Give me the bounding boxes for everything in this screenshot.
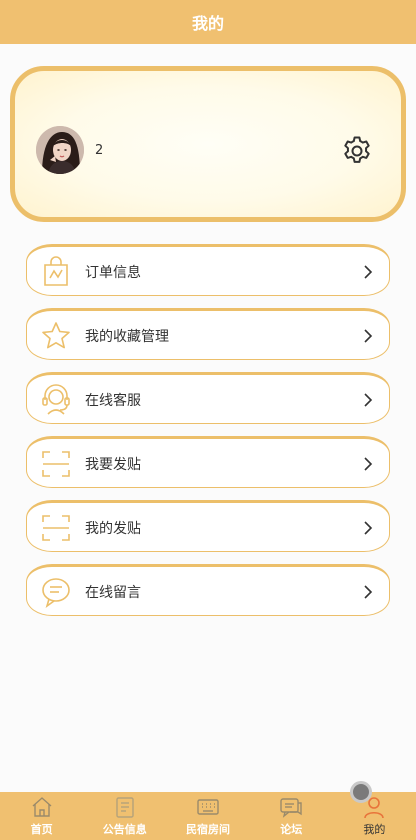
page-title: 我的 [191,14,224,33]
menu-item-customer-service[interactable]: 在线客服 [26,372,390,424]
menu-label: 在线客服 [85,393,141,409]
menu-item-order-info[interactable]: 订单信息 [26,244,390,296]
floating-assist-button[interactable] [350,781,372,803]
tab-mine[interactable]: 我的 [333,792,416,840]
notice-icon [116,797,134,818]
chat-bubble-icon [39,575,73,609]
profile-card: 2 [10,66,406,222]
tab-home[interactable]: 首页 [0,792,83,840]
menu-label: 订单信息 [85,265,141,281]
tab-label: 民宿房间 [186,823,230,836]
tab-forum[interactable]: 论坛 [250,792,333,840]
gear-icon [344,136,370,163]
home-icon [32,797,52,817]
settings-button[interactable] [340,134,374,168]
tab-label: 论坛 [280,823,303,836]
forum-icon [280,798,302,818]
menu-label: 我要发贴 [85,457,141,473]
menu-item-message[interactable]: 在线留言 [26,564,390,616]
tab-notices[interactable]: 公告信息 [83,792,166,840]
menu-label: 在线留言 [85,585,141,601]
scan-frame-icon [39,447,73,481]
shopping-bag-icon [39,255,73,289]
menu-label: 我的收藏管理 [85,329,169,345]
menu-item-my-posts[interactable]: 我的发贴 [26,500,390,552]
keyboard-icon [197,799,219,815]
scan-frame-icon [39,511,73,545]
chevron-right-icon [364,521,373,535]
profile-name: 2 [95,143,104,158]
chevron-right-icon [364,329,373,343]
chevron-right-icon [364,457,373,471]
chevron-right-icon [364,265,373,279]
avatar[interactable] [36,126,84,174]
tab-label: 公告信息 [102,823,147,836]
menu-item-new-post[interactable]: 我要发贴 [26,436,390,488]
tab-rooms[interactable]: 民宿房间 [166,792,249,840]
top-bar: 我的 [0,0,416,44]
chevron-right-icon [364,393,373,407]
tab-label: 我的 [363,823,386,836]
menu-label: 我的发贴 [85,521,141,537]
chevron-right-icon [364,585,373,599]
headset-icon [39,383,73,417]
tab-label: 首页 [30,823,53,836]
menu-item-favorites[interactable]: 我的收藏管理 [26,308,390,360]
star-icon [39,319,73,353]
